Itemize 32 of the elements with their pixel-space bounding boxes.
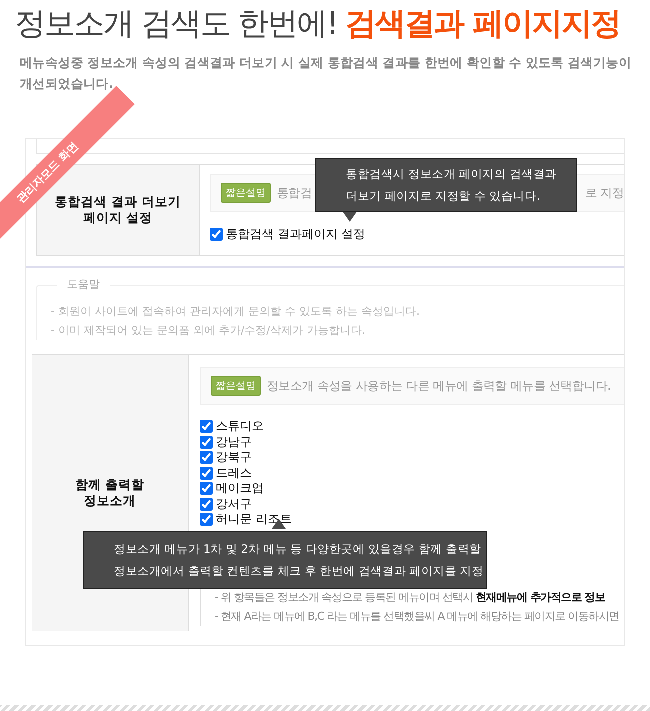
headline: 정보소개 검색도 한번에!: [15, 5, 338, 44]
help-text: - 이미 제작되어 있는 문의폼 외에 추가/수정/삭제가 가능합니다.: [51, 323, 366, 339]
checkbox-option[interactable]: 스튜디오: [200, 419, 264, 434]
tooltip: 통합검색시 정보소개 페이지의 검색결과 더보기 페이지로 지정할 수 있습니다.: [315, 158, 577, 212]
checkbox-option[interactable]: 강북구: [200, 450, 252, 466]
checkbox[interactable]: [210, 228, 223, 242]
checkbox[interactable]: [200, 513, 213, 526]
help-text: - 현재 A라는 메뉴에 B,C 라는 메뉴를 선택했을씨 A 메뉴에 해당하는 페이지로 이동하시면: [215, 608, 620, 624]
help-text: - 위 항목들은 정보소개 속성으로 등록된 메뉴이며 선택시 현재메뉴에 추가적으로 정보: [215, 590, 606, 606]
checkbox[interactable]: [200, 420, 213, 434]
help-title: 도움말: [57, 277, 110, 292]
checkbox-option[interactable]: 허니문 리조트: [200, 512, 292, 528]
description-text: 정보소개 속성을 사용하는 다른 메뉴에 출력할 메뉴를 선택합니다.: [267, 378, 612, 394]
short-description-badge: 짧은설명: [221, 183, 271, 203]
tooltip-pointer: [343, 212, 357, 222]
checkbox[interactable]: [200, 436, 213, 449]
checkbox[interactable]: [200, 451, 213, 464]
intro-text: 메뉴속성중 정보소개 속성의 검색결과 더보기 시 실제 통합검색 결과를 한번에 확인할 수 있도록 검색기능이 개선되었습니다.: [20, 54, 632, 93]
description-text: 로 지정: [585, 184, 624, 202]
checkbox-option[interactable]: 통합검색 결과페이지 설정: [210, 227, 366, 242]
checkbox-option[interactable]: 드레스: [200, 466, 252, 481]
checkbox[interactable]: [200, 466, 213, 480]
description-text: 통합검: [277, 184, 312, 202]
checkbox[interactable]: [200, 498, 213, 511]
help-text: - 회원이 사이트에 접속하여 관리자에게 문의할 수 있도록 하는 속성입니다.: [51, 304, 421, 320]
tooltip: 정보소개 메뉴가 1차 및 2차 메뉴 등 다양한곳에 있을경우 함께 출력할 정보소개에서 출력할 컨텐츠를 체크 후 한번에 검색결과 페이지를 지정: [83, 531, 487, 589]
checkbox[interactable]: [200, 482, 213, 496]
headline-highlight: 검색결과 페이지지정: [346, 5, 620, 44]
checkbox-option[interactable]: 강남구: [200, 434, 252, 450]
short-description-badge: 짧은설명: [211, 376, 261, 396]
checkbox-option[interactable]: 메이크업: [200, 481, 264, 496]
checkbox-option[interactable]: 강서구: [200, 496, 252, 512]
